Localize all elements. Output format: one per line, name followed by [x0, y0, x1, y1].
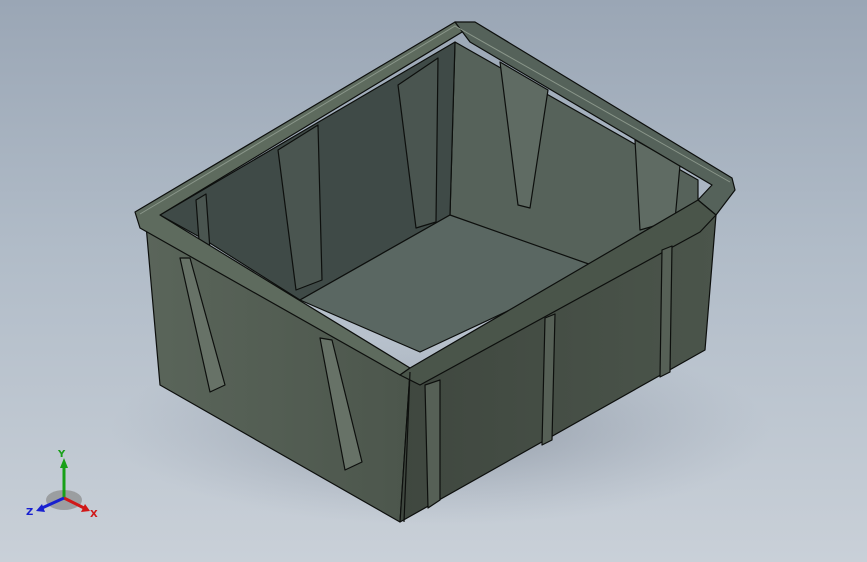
- outer-rib: [424, 379, 441, 509]
- graphics-viewport[interactable]: Y X Z: [0, 0, 867, 562]
- axis-triad[interactable]: Y X Z: [22, 448, 112, 528]
- triad-z-label: Z: [26, 507, 33, 518]
- triad-y-label: Y: [57, 449, 66, 460]
- crate-model[interactable]: [0, 0, 867, 562]
- triad-x-label: X: [90, 509, 98, 520]
- outer-rib: [659, 245, 673, 378]
